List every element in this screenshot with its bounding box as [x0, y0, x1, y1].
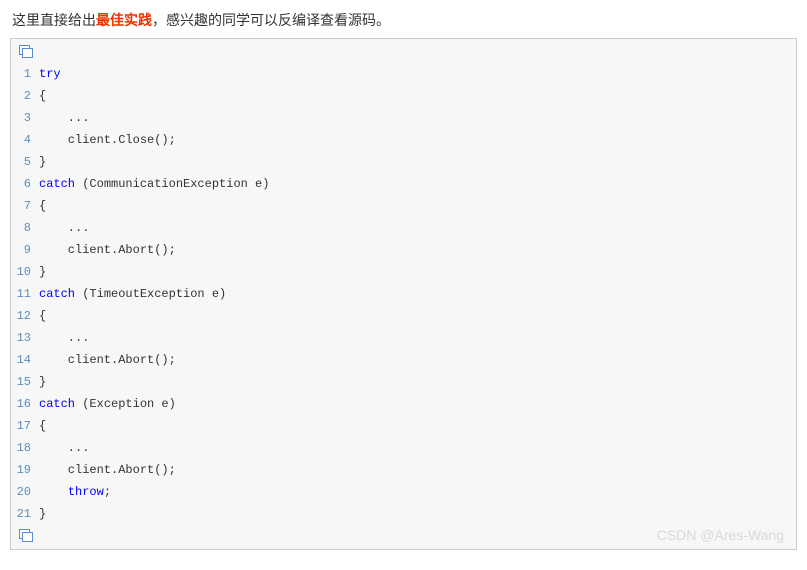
code-line: 18 ... [11, 437, 788, 459]
copy-icon[interactable] [19, 45, 33, 57]
code-text: } [39, 503, 46, 525]
line-number: 4 [11, 129, 39, 151]
code-line: 16catch (Exception e) [11, 393, 788, 415]
code-text: ... [39, 107, 89, 129]
line-number: 9 [11, 239, 39, 261]
code-text: { [39, 85, 46, 107]
code-content: 1try2{3 ...4 client.Close();5}6catch (Co… [11, 63, 796, 525]
line-number: 13 [11, 327, 39, 349]
line-number: 12 [11, 305, 39, 327]
line-number: 7 [11, 195, 39, 217]
code-block: 1try2{3 ...4 client.Close();5}6catch (Co… [10, 38, 797, 550]
code-line: 15} [11, 371, 788, 393]
code-text: try [39, 63, 61, 85]
code-line: 2{ [11, 85, 788, 107]
intro-post: ，感兴趣的同学可以反编译查看源码。 [152, 12, 390, 28]
line-number: 15 [11, 371, 39, 393]
code-line: 4 client.Close(); [11, 129, 788, 151]
code-text: } [39, 261, 46, 283]
code-line: 14 client.Abort(); [11, 349, 788, 371]
line-number: 17 [11, 415, 39, 437]
line-number: 14 [11, 349, 39, 371]
toolbar-bottom [11, 525, 796, 547]
intro-highlight: 最佳实践 [96, 12, 152, 28]
code-line: 3 ... [11, 107, 788, 129]
code-line: 6catch (CommunicationException e) [11, 173, 788, 195]
code-line: 5} [11, 151, 788, 173]
code-text: catch (TimeoutException e) [39, 283, 226, 305]
code-text: ... [39, 217, 89, 239]
line-number: 11 [11, 283, 39, 305]
toolbar-top [11, 41, 796, 63]
line-number: 18 [11, 437, 39, 459]
intro-text: 这里直接给出最佳实践，感兴趣的同学可以反编译查看源码。 [12, 10, 797, 30]
code-text: client.Abort(); [39, 349, 176, 371]
line-number: 3 [11, 107, 39, 129]
line-number: 1 [11, 63, 39, 85]
code-text: { [39, 415, 46, 437]
code-line: 21} [11, 503, 788, 525]
code-text: } [39, 371, 46, 393]
code-line: 7{ [11, 195, 788, 217]
line-number: 16 [11, 393, 39, 415]
code-line: 9 client.Abort(); [11, 239, 788, 261]
code-text: client.Abort(); [39, 239, 176, 261]
code-line: 13 ... [11, 327, 788, 349]
line-number: 2 [11, 85, 39, 107]
code-line: 17{ [11, 415, 788, 437]
line-number: 19 [11, 459, 39, 481]
code-text: { [39, 195, 46, 217]
code-line: 10} [11, 261, 788, 283]
code-line: 12{ [11, 305, 788, 327]
code-text: ... [39, 327, 89, 349]
code-text: } [39, 151, 46, 173]
intro-pre: 这里直接给出 [12, 12, 96, 28]
code-text: catch (CommunicationException e) [39, 173, 269, 195]
line-number: 6 [11, 173, 39, 195]
line-number: 5 [11, 151, 39, 173]
code-text: throw; [39, 481, 111, 503]
code-line: 11catch (TimeoutException e) [11, 283, 788, 305]
line-number: 8 [11, 217, 39, 239]
code-text: catch (Exception e) [39, 393, 176, 415]
code-text: client.Abort(); [39, 459, 176, 481]
copy-icon[interactable] [19, 529, 33, 541]
code-text: client.Close(); [39, 129, 176, 151]
code-line: 1try [11, 63, 788, 85]
line-number: 21 [11, 503, 39, 525]
code-line: 20 throw; [11, 481, 788, 503]
line-number: 20 [11, 481, 39, 503]
code-text: ... [39, 437, 89, 459]
code-text: { [39, 305, 46, 327]
code-line: 19 client.Abort(); [11, 459, 788, 481]
code-line: 8 ... [11, 217, 788, 239]
line-number: 10 [11, 261, 39, 283]
